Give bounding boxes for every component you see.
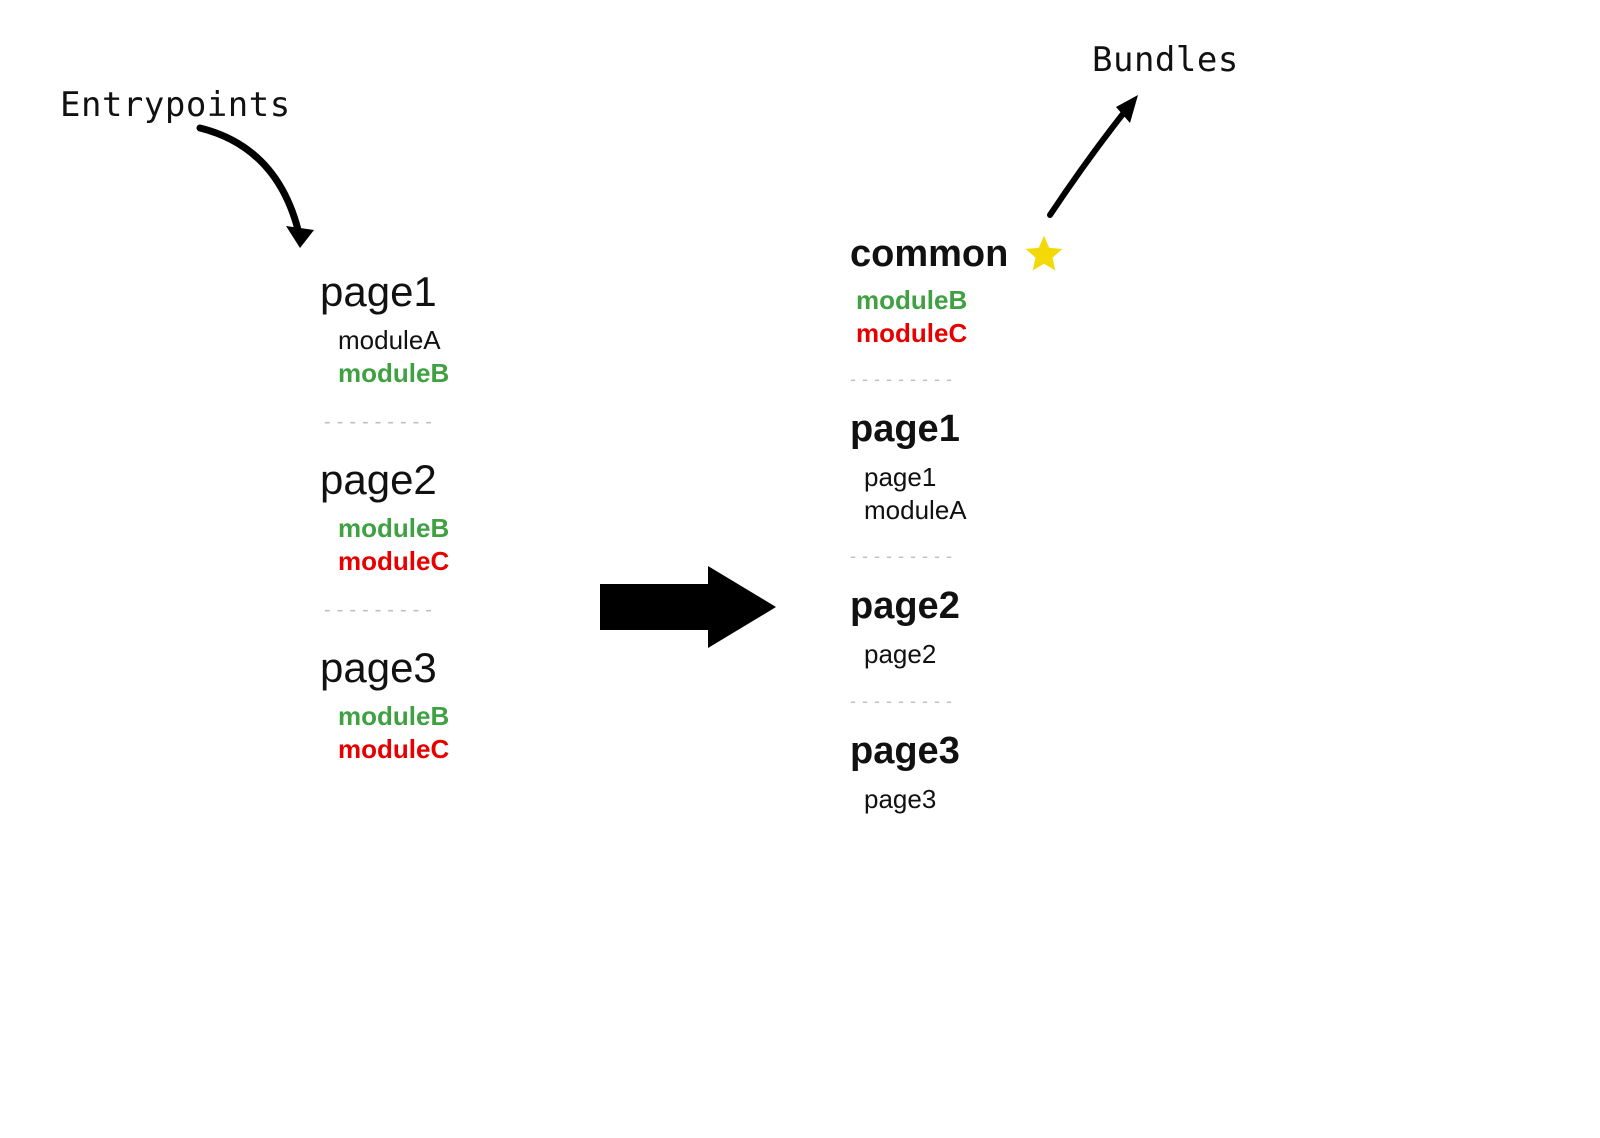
bundle-group-common: common moduleB moduleC: [850, 232, 1066, 349]
module-item: moduleC: [320, 545, 449, 578]
bundles-column: common moduleB moduleC --------- page1 p…: [850, 232, 1066, 835]
module-item: moduleB: [320, 512, 449, 545]
entrypoints-column: page1 moduleA moduleB --------- page2 mo…: [320, 268, 449, 785]
entrypoint-title: page1: [320, 268, 449, 316]
bundle-title: page2: [850, 585, 1066, 628]
bundle-title: page3: [850, 730, 1066, 773]
transform-arrow-icon: [600, 562, 780, 657]
divider: ---------: [850, 691, 1066, 712]
module-item: moduleA: [850, 494, 1066, 527]
entrypoint-title: page2: [320, 456, 449, 504]
entrypoint-group-page3: page3 moduleB moduleC: [320, 644, 449, 765]
bundle-group-page2: page2 page2: [850, 585, 1066, 671]
star-icon: [1022, 232, 1066, 276]
bundle-title: page1: [850, 408, 1066, 451]
bundle-group-page1: page1 page1 moduleA: [850, 408, 1066, 526]
module-item: moduleA: [320, 324, 449, 357]
label-bundles: Bundles: [1092, 40, 1239, 80]
entrypoint-group-page1: page1 moduleA moduleB: [320, 268, 449, 389]
module-item: moduleC: [850, 317, 1066, 350]
module-item: page1: [850, 461, 1066, 494]
arrow-entrypoints-icon: [190, 118, 350, 273]
bundle-title: common: [850, 233, 1008, 276]
bundle-group-page3: page3 page3: [850, 730, 1066, 816]
divider: ---------: [324, 599, 449, 622]
divider: ---------: [324, 411, 449, 434]
module-item: moduleC: [320, 733, 449, 766]
module-item: moduleB: [320, 357, 449, 390]
module-item: page3: [850, 783, 1066, 816]
entrypoint-group-page2: page2 moduleB moduleC: [320, 456, 449, 577]
arrow-bundles-icon: [1030, 85, 1170, 230]
module-item: page2: [850, 638, 1066, 671]
module-item: moduleB: [320, 700, 449, 733]
divider: ---------: [850, 369, 1066, 390]
entrypoint-title: page3: [320, 644, 449, 692]
module-item: moduleB: [850, 284, 1066, 317]
divider: ---------: [850, 546, 1066, 567]
